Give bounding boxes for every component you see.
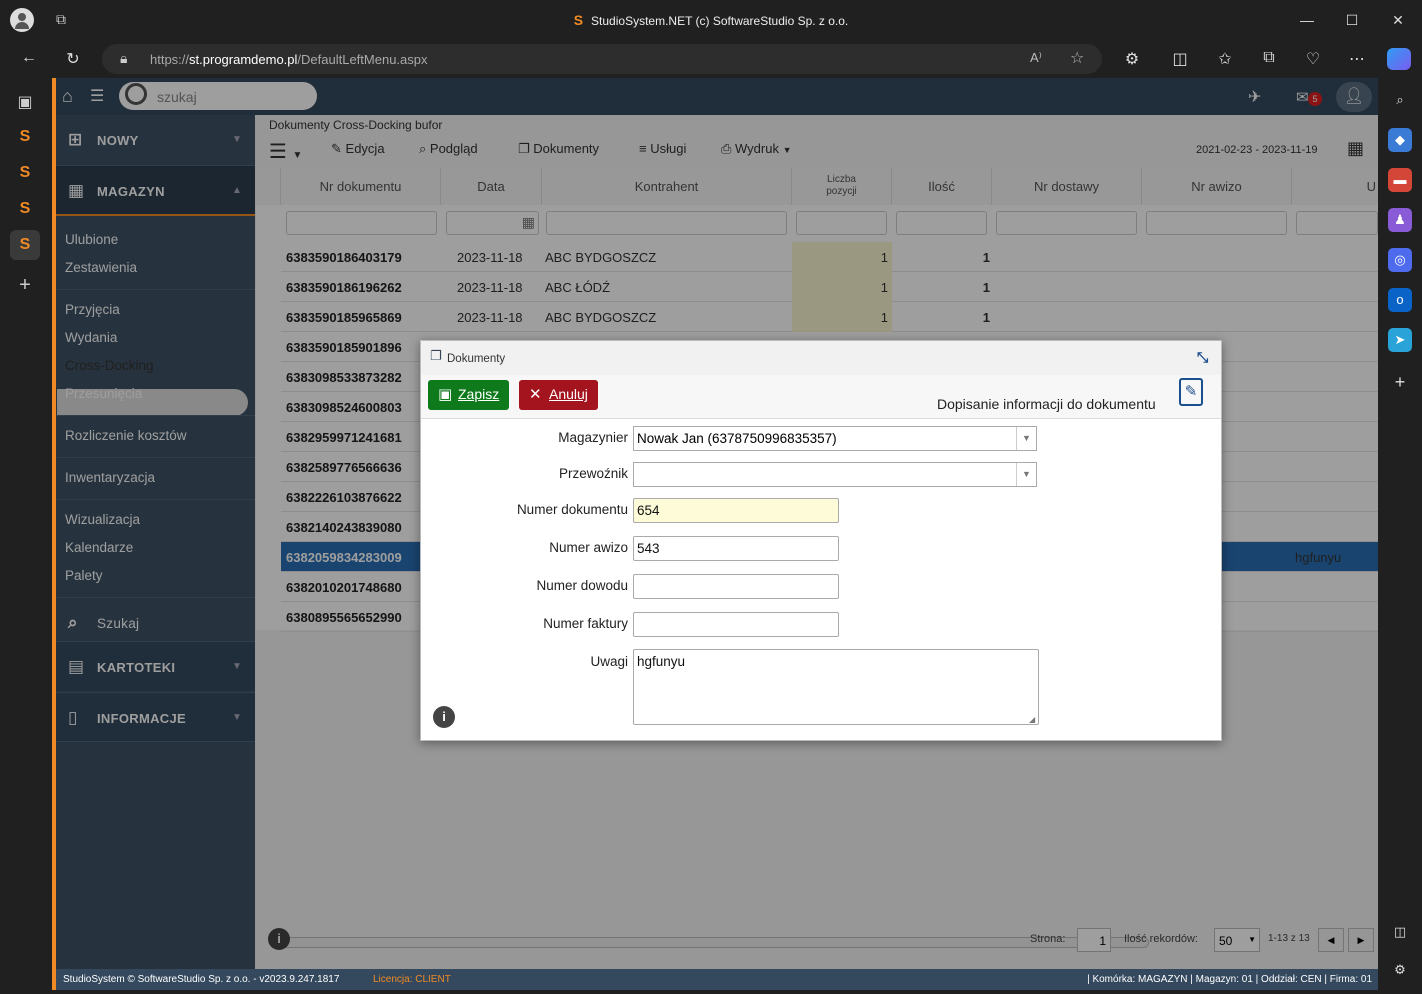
edit-document-icon: ✎ — [1179, 378, 1203, 406]
numer-dowodu-input[interactable] — [633, 574, 839, 599]
dialog-header: ❐ Dokumenty ⤡ — [421, 341, 1221, 375]
cancel-button[interactable]: ✕ Anuluj — [519, 380, 598, 410]
dialog-action-bar: ▣ Zapisz ✕ Anuluj Dopisanie informacji do … — [421, 375, 1221, 419]
tab-actions-icon[interactable]: ▣ — [10, 88, 40, 118]
lock-icon[interactable]: 🔒︎ — [120, 50, 127, 67]
send-icon[interactable]: ➤ — [1388, 328, 1412, 352]
magazynier-select[interactable]: Nowak Jan (6378750996835357) ▼ — [633, 426, 1037, 451]
outlook-icon[interactable]: o — [1388, 288, 1412, 312]
dialog-title: Dokumenty — [447, 353, 506, 365]
performance-icon[interactable]: ♡ — [1301, 49, 1325, 69]
sidebar-layout-icon[interactable]: ◫ — [1388, 920, 1412, 944]
application: ⌂ ☰ szukaj ✈ ✉ 5 👤︎ ⊞ NOWY ▼ ▦ MAGAZYN ▲… — [52, 78, 1378, 990]
tab-studiosystem-1[interactable]: S — [10, 122, 40, 152]
dialog-maximize-icon[interactable]: ⤡ — [1197, 349, 1208, 366]
close-window-button[interactable]: ✕ — [1383, 8, 1413, 32]
app-logo-icon: S — [573, 12, 584, 28]
favorites-icon[interactable]: ✩ — [1213, 49, 1237, 69]
collections-icon[interactable]: ⧉ — [1257, 49, 1281, 67]
window-title: S StudioSystem.NET (c) SoftwareStudio Sp.… — [573, 12, 849, 28]
favorite-star-icon[interactable]: ☆ — [1070, 48, 1084, 68]
save-button[interactable]: ▣ Zapisz — [428, 380, 510, 410]
chevron-down-icon: ▼ — [1016, 427, 1036, 450]
more-menu-icon[interactable]: ⋯ — [1345, 49, 1369, 69]
tab-studiosystem-3[interactable]: S — [10, 194, 40, 224]
documents-icon: ❐ — [430, 348, 442, 363]
floppy-icon: ▣ — [438, 386, 453, 403]
address-bar-row: ← ↻ 🔒︎ https://st.programdemo.pl/Default… — [0, 40, 1422, 78]
numer-dokumentu-label: Numer dokumentu — [516, 502, 628, 517]
numer-faktury-label: Numer faktury — [543, 616, 628, 631]
magazynier-label: Magazynier — [558, 430, 628, 445]
uwagi-textarea[interactable]: hgfunyu — [633, 649, 1039, 725]
numer-awizo-label: Numer awizo — [549, 540, 628, 555]
numer-faktury-input[interactable] — [633, 612, 839, 637]
url-field[interactable]: 🔒︎ https://st.programdemo.pl/DefaultLeft… — [102, 44, 1102, 74]
settings-icon[interactable]: ⚙ — [1388, 958, 1412, 982]
przewoznik-label: Przewoźnik — [558, 466, 628, 481]
browser-title-bar: ⧉ S StudioSystem.NET (c) SoftwareStudio S… — [0, 0, 1422, 40]
chevron-down-icon: ▼ — [1016, 463, 1036, 486]
tab-studiosystem-active[interactable]: S — [10, 230, 40, 260]
games-icon[interactable]: ♟ — [1388, 208, 1412, 232]
resize-handle-icon[interactable]: ◢ — [1029, 715, 1035, 724]
tools-icon[interactable]: ▬ — [1388, 168, 1412, 192]
refresh-icon[interactable]: ↻ — [61, 49, 85, 69]
back-icon[interactable]: ← — [17, 49, 41, 67]
new-tab-icon[interactable]: + — [10, 270, 40, 300]
numer-awizo-input[interactable]: 543 — [633, 536, 839, 561]
split-screen-icon[interactable]: ◫ — [1168, 49, 1192, 69]
browser-right-sidebar: ⌕ ◆ ▬ ♟ ◎ o ➤ + ◫ ⚙ — [1378, 78, 1422, 994]
uwagi-label: Uwagi — [590, 654, 628, 669]
copilot-icon[interactable] — [1387, 48, 1411, 70]
shopping-icon[interactable]: ◆ — [1388, 128, 1412, 152]
status-footer: StudioSystem © SoftwareStudio Sp. z o.o.… — [56, 969, 1378, 990]
dokumenty-dialog: ❐ Dokumenty ⤡ ▣ Zapisz ✕ Anuluj Dopisanie … — [420, 340, 1222, 741]
dialog-info-icon[interactable]: i — [433, 706, 455, 728]
read-aloud-icon[interactable]: A⁾ — [1030, 50, 1042, 66]
tab-studiosystem-2[interactable]: S — [10, 158, 40, 188]
close-icon: ✕ — [529, 386, 542, 403]
minimize-button[interactable]: — — [1292, 8, 1322, 32]
maximize-button[interactable]: ☐ — [1337, 8, 1367, 32]
copilot-sidebar-icon[interactable]: ◎ — [1388, 248, 1412, 272]
browser-vertical-tabs: ▣ S S S S + — [0, 78, 52, 994]
search-sidebar-icon[interactable]: ⌕ — [1388, 88, 1412, 112]
numer-dokumentu-input[interactable]: 654 — [633, 498, 839, 523]
dialog-subtitle: Dopisanie informacji do dokumentu — [937, 396, 1156, 412]
extensions-icon[interactable]: ⚙ — [1120, 49, 1144, 69]
przewoznik-select[interactable]: ▼ — [633, 462, 1037, 487]
numer-dowodu-label: Numer dowodu — [536, 578, 628, 593]
add-sidebar-icon[interactable]: + — [1388, 370, 1412, 394]
